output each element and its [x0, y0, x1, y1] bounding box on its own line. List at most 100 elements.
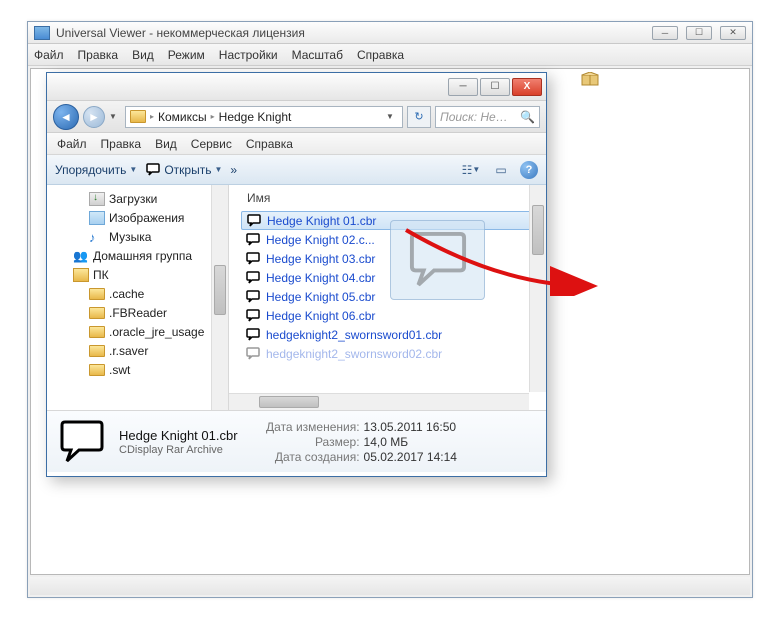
column-header-name[interactable]: Имя	[241, 189, 546, 211]
tree-item[interactable]: Изображения	[53, 208, 228, 227]
speech-bubble-icon	[245, 252, 261, 266]
file-row[interactable]: Hedge Knight 02.c...	[241, 230, 546, 249]
nav-history-dropdown[interactable]: ▼	[109, 112, 121, 121]
search-placeholder: Поиск: He…	[440, 110, 508, 124]
menu-view[interactable]: Вид	[132, 48, 154, 62]
app-menubar: Файл Правка Вид Режим Настройки Масштаб …	[28, 44, 752, 66]
search-input[interactable]: Поиск: He… 🔍	[435, 106, 540, 128]
details-size: 14,0 МБ	[364, 435, 409, 449]
help-button[interactable]: ?	[520, 161, 538, 179]
explorer-menu-tools[interactable]: Сервис	[191, 137, 232, 151]
file-row[interactable]: Hedge Knight 03.cbr	[241, 249, 546, 268]
chevron-right-icon[interactable]: ▸	[150, 112, 154, 121]
file-row[interactable]: Hedge Knight 06.cbr	[241, 306, 546, 325]
speech-bubble-icon	[245, 271, 261, 285]
menu-edit[interactable]: Правка	[78, 48, 119, 62]
file-name: hedgeknight2_swornsword02.cbr	[266, 347, 442, 361]
menu-mode[interactable]: Режим	[168, 48, 205, 62]
speech-bubble-icon	[245, 347, 261, 361]
open-button[interactable]: Открыть▼	[145, 163, 222, 177]
tree-item-label: Музыка	[109, 230, 151, 244]
nav-back-button[interactable]: ◄	[53, 104, 79, 130]
app-statusbar	[30, 577, 750, 595]
tree-item[interactable]: ПК	[53, 265, 228, 284]
close-button[interactable]: ✕	[720, 26, 746, 40]
explorer-menubar: Файл Правка Вид Сервис Справка	[47, 133, 546, 155]
file-name: Hedge Knight 01.cbr	[267, 214, 376, 228]
refresh-button[interactable]: ↻	[407, 106, 431, 128]
file-vscrollbar[interactable]	[529, 185, 546, 392]
scrollbar-thumb[interactable]	[532, 205, 544, 255]
tree-item[interactable]: Домашняя группа	[53, 246, 228, 265]
explorer-maximize-button[interactable]: ☐	[480, 78, 510, 96]
file-row[interactable]: Hedge Knight 05.cbr	[241, 287, 546, 306]
speech-bubble-icon	[245, 309, 261, 323]
folder-tree[interactable]: ЗагрузкиИзображения Музыка Домашняя группа…	[47, 185, 229, 410]
folder-icon	[89, 345, 105, 357]
tree-item[interactable]: Загрузки	[53, 189, 228, 208]
breadcrumb-hedgeknight[interactable]: Hedge Knight	[219, 110, 292, 124]
folder-icon	[89, 307, 105, 319]
home-icon	[73, 249, 89, 263]
maximize-button[interactable]: ☐	[686, 26, 712, 40]
explorer-menu-help[interactable]: Справка	[246, 137, 293, 151]
file-row[interactable]: Hedge Knight 01.cbr	[241, 211, 546, 230]
tree-scrollbar[interactable]	[211, 185, 228, 410]
explorer-toolbar: Упорядочить▼ Открыть▼ » ☷ ▼ ▭ ?	[47, 155, 546, 185]
folder-icon	[89, 326, 105, 338]
dl-icon	[89, 192, 105, 206]
chevron-right-icon[interactable]: ▸	[211, 112, 215, 121]
view-mode-button[interactable]: ☷ ▼	[460, 160, 482, 180]
tree-item[interactable]: Музыка	[53, 227, 228, 246]
file-row[interactable]: hedgeknight2_swornsword02.cbr	[241, 344, 546, 363]
tree-item-label: .cache	[109, 287, 144, 301]
explorer-window: ─ ☐ X ◄ ► ▼ ▸ Комиксы ▸ Hedge Knight ▼ ↻…	[46, 72, 547, 477]
nav-forward-button[interactable]: ►	[83, 106, 105, 128]
tree-item-label: .oracle_jre_usage	[109, 325, 204, 339]
scrollbar-thumb[interactable]	[259, 396, 319, 408]
explorer-body: ЗагрузкиИзображения Музыка Домашняя группа…	[47, 185, 546, 410]
app-titlebar[interactable]: Universal Viewer - некоммерческая лиценз…	[28, 22, 752, 44]
menu-settings[interactable]: Настройки	[219, 48, 278, 62]
tree-item-label: Домашняя группа	[93, 249, 192, 263]
explorer-menu-edit[interactable]: Правка	[101, 137, 142, 151]
explorer-minimize-button[interactable]: ─	[448, 78, 478, 96]
file-hscrollbar[interactable]	[229, 393, 529, 410]
file-name: Hedge Knight 02.c...	[266, 233, 375, 247]
app-icon	[34, 26, 50, 40]
menu-file[interactable]: Файл	[34, 48, 64, 62]
explorer-menu-view[interactable]: Вид	[155, 137, 177, 151]
speech-bubble-icon	[57, 419, 107, 465]
menu-zoom[interactable]: Масштаб	[292, 48, 343, 62]
file-list[interactable]: Имя Hedge Knight 01.cbr Hedge Knight 02.c…	[229, 185, 546, 410]
file-row[interactable]: Hedge Knight 04.cbr	[241, 268, 546, 287]
address-bar[interactable]: ▸ Комиксы ▸ Hedge Knight ▼	[125, 106, 403, 128]
minimize-button[interactable]: ─	[652, 26, 678, 40]
tree-item[interactable]: .FBReader	[53, 303, 228, 322]
tree-item[interactable]: .cache	[53, 284, 228, 303]
toolbar-more[interactable]: »	[230, 163, 237, 177]
folder-icon	[89, 364, 105, 376]
file-name: Hedge Knight 05.cbr	[266, 290, 375, 304]
address-dropdown[interactable]: ▼	[382, 112, 398, 121]
tree-item[interactable]: .swt	[53, 360, 228, 379]
file-row[interactable]: hedgeknight2_swornsword01.cbr	[241, 325, 546, 344]
details-modified-label: Дата изменения:	[262, 420, 360, 434]
preview-pane-button[interactable]: ▭	[490, 160, 512, 180]
explorer-navbar: ◄ ► ▼ ▸ Комиксы ▸ Hedge Knight ▼ ↻ Поиск…	[47, 101, 546, 133]
search-icon: 🔍	[520, 110, 535, 124]
explorer-menu-file[interactable]: Файл	[57, 137, 87, 151]
package-icon	[581, 72, 599, 86]
explorer-close-button[interactable]: X	[512, 78, 542, 96]
tree-item[interactable]: .oracle_jre_usage	[53, 322, 228, 341]
breadcrumb-comics[interactable]: Комиксы	[158, 110, 207, 124]
pc-icon	[73, 268, 89, 282]
scrollbar-thumb[interactable]	[214, 265, 226, 315]
menu-help[interactable]: Справка	[357, 48, 404, 62]
app-title: Universal Viewer - некоммерческая лиценз…	[56, 26, 652, 40]
tree-item[interactable]: .r.saver	[53, 341, 228, 360]
file-name: Hedge Knight 03.cbr	[266, 252, 375, 266]
explorer-titlebar[interactable]: ─ ☐ X	[47, 73, 546, 101]
organize-button[interactable]: Упорядочить▼	[55, 163, 137, 177]
details-filetype: CDisplay Rar Archive	[119, 444, 238, 456]
